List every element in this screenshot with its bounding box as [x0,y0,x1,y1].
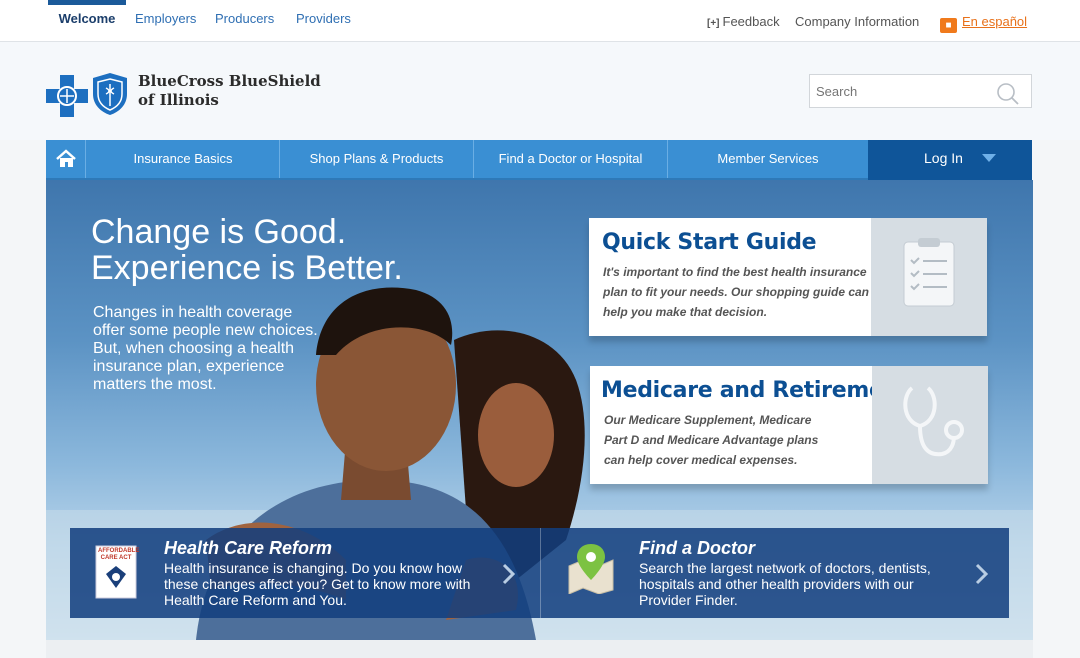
promo-text-line: Health insurance is changing. Do you kno… [164,560,463,576]
bluecross-logo-icon[interactable] [46,75,88,117]
card-text-line: plan to fit your needs. Our shopping gui… [603,285,870,299]
feedback-label: Feedback [722,14,780,29]
brand-line-2: of Illinois [138,91,219,109]
headline-line-1: Change is Good. [91,213,347,251]
promo-text-line: hospitals and other health providers wit… [639,576,914,592]
promo-title: Health Care Reform [164,538,333,558]
spanish-link[interactable]: ■ En español [940,14,1027,33]
promo-title: Find a Doctor [639,538,755,558]
find-a-doctor-promo[interactable]: Find a Doctor Search the largest network… [540,528,1009,618]
map-pin-icon [568,544,614,594]
health-care-reform-promo[interactable]: AFFORDABLE CARE ACT Health Care Reform H… [70,528,540,618]
stethoscope-icon [872,366,988,484]
site-header: BlueCross BlueShield of Illinois [0,42,1080,140]
promo-text-line: Provider Finder. [639,592,738,608]
feedback-icon: [+] [707,18,720,29]
hero-headline: Change is Good. Experience is Better. [91,214,403,286]
hero-banner: Change is Good. Experience is Better. Ch… [46,180,1033,640]
search-icon[interactable] [996,82,1020,106]
tab-employers[interactable]: Employers [135,0,196,42]
card-text-line: help you make that decision. [603,305,768,319]
content-strip [46,640,1033,658]
brand-line-1: BlueCross BlueShield [138,72,321,90]
home-icon [56,149,76,167]
card-title: Medicare and Retirement [601,378,910,403]
card-text-line: It's important to find the best health i… [603,265,867,279]
spanish-label: En español [962,14,1028,29]
promo-text-line: Search the largest network of doctors, d… [639,560,931,576]
card-title: Quick Start Guide [602,230,817,255]
chevron-down-icon [982,154,996,162]
chevron-right-icon[interactable] [973,562,989,586]
card-text-line: Our Medicare Supplement, Medicare [604,413,812,427]
card-text-line: Part D and Medicare Advantage plans [604,433,819,447]
card-text-line: can help cover medical expenses. [604,453,798,467]
tab-providers[interactable]: Providers [296,0,351,42]
promo-text-line: Health Care Reform and You. [164,592,347,608]
nav-find-doctor[interactable]: Find a Doctor or Hospital [474,140,668,178]
tab-welcome[interactable]: Welcome [48,0,126,42]
clipboard-icon [871,218,987,336]
utility-bar: Welcome Employers Producers Providers [+… [0,0,1080,42]
login-button[interactable]: Log In [868,140,1032,180]
chevron-right-icon[interactable] [500,562,516,586]
medicare-retirement-card[interactable]: Medicare and Retirement Our Medicare Sup… [590,366,988,484]
feedback-link[interactable]: [+] Feedback [707,14,780,29]
company-information-link[interactable]: Company Information [795,14,919,29]
home-button[interactable] [46,140,86,178]
hero-subcopy: Changes in health coverage offer some pe… [93,304,318,393]
promo-text-line: these changes affect you? Get to know mo… [164,576,471,592]
quick-start-guide-card[interactable]: Quick Start Guide It's important to find… [589,218,987,336]
nav-insurance-basics[interactable]: Insurance Basics [87,140,280,178]
headline-line-2: Experience is Better. [91,249,403,287]
blueshield-logo-icon[interactable] [92,72,128,116]
nav-shop-plans[interactable]: Shop Plans & Products [280,140,474,178]
main-nav: Insurance Basics Shop Plans & Products F… [46,140,1032,180]
login-label: Log In [924,150,963,166]
brand-name: BlueCross BlueShield of Illinois [138,72,321,110]
language-icon: ■ [940,18,957,33]
aca-badge-label: AFFORDABLE CARE ACT [98,548,140,561]
nav-member-services[interactable]: Member Services [668,140,868,178]
tab-producers[interactable]: Producers [215,0,274,42]
